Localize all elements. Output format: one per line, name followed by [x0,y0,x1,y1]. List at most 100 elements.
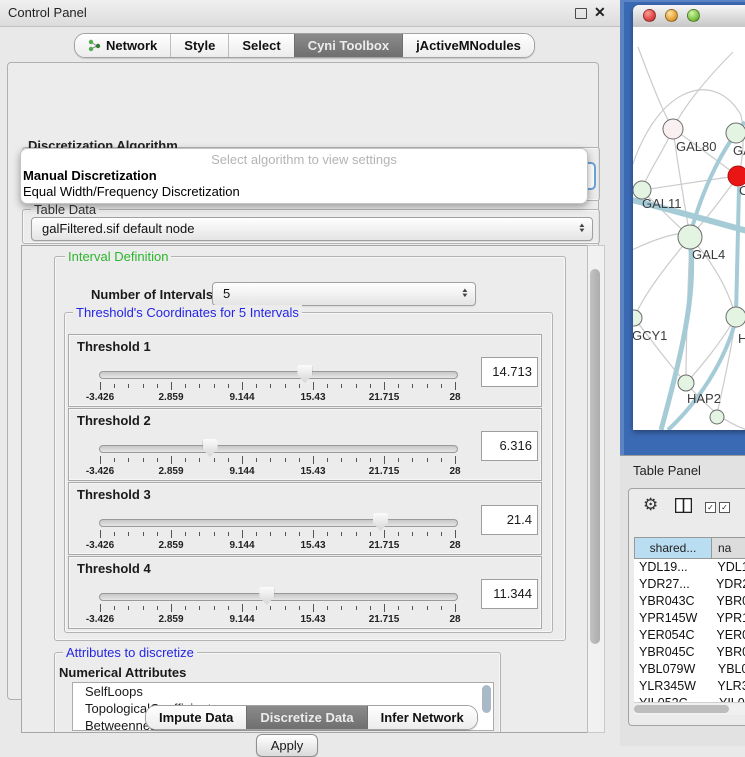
float-window-icon[interactable] [575,8,587,19]
node-hap2[interactable] [678,375,694,391]
cell[interactable]: YDR27... [634,576,714,593]
cell[interactable]: YPR1 [714,610,745,627]
tab-cyni-toolbox[interactable]: Cyni Toolbox [294,34,402,57]
cell[interactable]: YER054C [634,627,714,644]
threshold-3-value-field[interactable]: 21.4 [481,505,538,535]
tab-infer-network[interactable]: Infer Network [367,706,477,729]
threshold-1-value-field[interactable]: 14.713 [481,357,538,387]
threshold-3-slider-track[interactable] [99,519,458,527]
table-body[interactable]: YDL19...YDL1 YDR27...YDR2 YBR043CYBR0 YP… [634,559,745,702]
table-data-combobox-value: galFiltered.sif default node [42,218,194,240]
cell[interactable]: YER0 [714,627,745,644]
node-partial-bottom[interactable] [710,410,724,424]
apply-button[interactable]: Apply [256,734,318,757]
cell[interactable]: YDL19... [634,559,715,576]
table-row[interactable]: YLR345WYLR3 [634,678,745,695]
tick-mark [370,458,371,462]
checkbox-icon[interactable]: ✓ [719,502,730,513]
table-row[interactable]: YDL19...YDL1 [634,559,745,576]
node-h[interactable] [726,307,745,327]
node-partial-top-right[interactable] [726,123,745,143]
node-gal4[interactable] [678,225,702,249]
cell[interactable]: YBR043C [634,593,714,610]
horizontal-scrollbar[interactable] [634,702,745,715]
algorithm-option-equal-width[interactable]: Equal Width/Frequency Discretization [23,184,240,199]
number-of-intervals-combobox[interactable]: 5 ▲▼ [212,282,476,306]
cell[interactable]: YIL052C [634,695,717,702]
tab-impute-data[interactable]: Impute Data [146,706,246,729]
network-canvas[interactable]: GAL80 GA C GAL11 GAL4 GCY1 H HAP2 [633,27,745,430]
zoom-traffic-light-icon[interactable] [687,9,700,22]
threshold-2-slider-thumb[interactable] [203,439,218,457]
node-gcy1[interactable] [633,310,642,326]
threshold-1-row: Threshold 1 -3.4262.8599.14415.4321.7152… [68,334,542,407]
tick-mark [242,530,243,538]
cell[interactable]: YDL1 [715,559,745,576]
threshold-4-slider-track[interactable] [99,593,458,601]
tick-label: 9.144 [229,466,254,477]
threshold-4-slider-thumb[interactable] [259,587,274,605]
cell[interactable]: YPR145W [634,610,714,627]
tab-select[interactable]: Select [228,34,293,57]
tab-jactivemnodules[interactable]: jActiveMNodules [402,34,534,57]
minimize-traffic-light-icon[interactable] [665,9,678,22]
tick-mark [143,606,144,610]
vertical-scrollbar[interactable] [587,245,605,733]
tick-mark [199,606,200,610]
cell[interactable]: YBR045C [634,644,714,661]
list-scrollbar-thumb[interactable] [482,685,491,713]
threshold-4-row: Threshold 4 -3.4262.8599.14415.4321.7152… [68,556,542,629]
table-row[interactable]: YBL079WYBL0 [634,661,745,678]
threshold-2-value-field[interactable]: 6.316 [481,431,538,461]
tab-discretize-data[interactable]: Discretize Data [246,706,366,729]
network-window-titlebar[interactable] [633,5,745,28]
stepper-icon: ▲▼ [462,289,468,299]
cell[interactable]: YBL079W [634,661,716,678]
number-of-intervals-label: Number of Intervals [91,287,213,302]
tick-mark [455,604,456,612]
cell[interactable]: YIL0 [717,695,745,702]
table-row[interactable]: YBR043CYBR0 [634,593,745,610]
table-row[interactable]: YIL052CYIL0 [634,695,745,702]
column-header-name[interactable]: na [712,537,745,559]
tab-network[interactable]: Network [75,34,170,57]
node-gal80[interactable] [663,119,683,139]
table-data-group: Table Data galFiltered.sif default node … [22,209,600,244]
table-row[interactable]: YPR145WYPR1 [634,610,745,627]
tick-mark [128,532,129,536]
tick-mark [412,532,413,536]
algorithm-option-manual[interactable]: Manual Discretization [23,168,157,183]
horizontal-scrollbar-thumb[interactable] [634,705,729,713]
cell[interactable]: YLR345W [634,678,715,695]
cell[interactable]: YDR2 [714,576,745,593]
cell[interactable]: YLR3 [715,678,745,695]
cell[interactable]: YBR0 [714,644,745,661]
threshold-3-slider-thumb[interactable] [373,513,388,531]
column-header-shared-name[interactable]: shared... [634,537,712,559]
threshold-1-slider-track[interactable] [99,371,458,379]
node-label-gal11: GAL11 [642,196,682,211]
vertical-scrollbar-thumb[interactable] [590,269,600,644]
cell[interactable]: YBR0 [714,593,745,610]
tick-mark [256,532,257,536]
cell[interactable]: YBL0 [716,661,745,678]
table-data-combobox[interactable]: galFiltered.sif default node ▲▼ [31,217,593,241]
table-row[interactable]: YBR045CYBR0 [634,644,745,661]
tick-mark [199,384,200,388]
threshold-3-label: Threshold 3 [77,487,151,502]
tab-style[interactable]: Style [170,34,228,57]
close-traffic-light-icon[interactable] [643,9,656,22]
split-columns-icon[interactable] [675,498,692,513]
table-row[interactable]: YER054CYER0 [634,627,745,644]
checkbox-icon[interactable]: ✓ [705,502,716,513]
threshold-2-slider-track[interactable] [99,445,458,453]
table-header-row: shared... na [634,537,745,559]
close-icon[interactable]: ✕ [594,4,606,21]
tick-label: -3.426 [86,392,114,403]
threshold-4-value-field[interactable]: 11.344 [481,579,538,609]
table-row[interactable]: YDR27...YDR2 [634,576,745,593]
gear-icon[interactable]: ⚙ [643,496,658,513]
list-item[interactable]: SelfLoops [73,683,493,700]
node-label-partial-h: H [738,331,745,346]
threshold-1-slider-thumb[interactable] [297,365,312,383]
